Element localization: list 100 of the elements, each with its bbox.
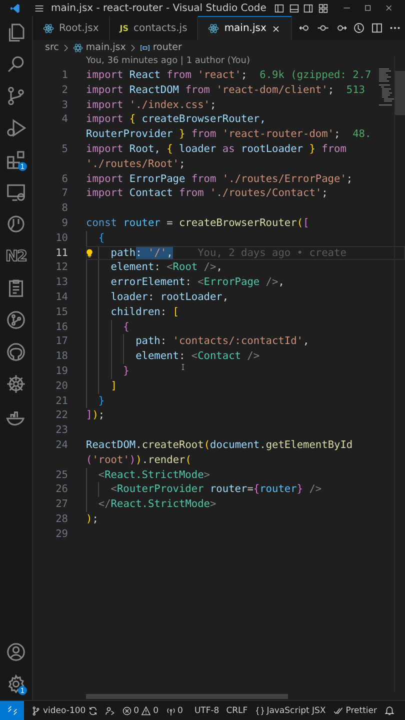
line-number: 18 [54,349,68,364]
code-line: import Root, { loader as rootLoader } from [86,142,346,157]
source-control-icon[interactable] [6,86,26,106]
line-number: 3 [60,98,68,112]
remote-icon [6,705,18,716]
code-line: path: '/', [110,246,173,260]
line-number: 4 [60,112,68,128]
extension-label[interactable]: N2 [6,247,26,265]
encoding[interactable]: UTF-8 [184,706,220,716]
blame-codelens[interactable]: You, 36 minutes ago | 1 author (You) [33,55,405,68]
remote-button[interactable] [0,701,24,720]
branch-icon [31,706,41,716]
line-number: 21 [54,394,68,408]
maximize-icon[interactable] [363,2,373,14]
minimap[interactable] [379,68,395,106]
sync-icon[interactable] [88,706,98,716]
line-number: 22 [54,408,68,424]
editor-tab[interactable]: main.jsx [198,16,292,40]
remote-icon[interactable] [6,182,26,202]
line-number: 10 [54,230,68,246]
code-line: <RouterProvider router={router} /> [110,482,322,498]
line-number: 9 [60,216,68,231]
line-number: 11 [54,246,68,260]
text-cursor-icon [180,362,186,372]
import-size-hint: 48. [352,127,372,142]
live-share-icon[interactable] [104,706,115,716]
line-number: 25 [54,468,68,482]
git-graph-icon[interactable] [6,310,26,330]
react-file-icon [72,42,83,52]
file-type-label: JS [120,24,128,33]
helm-icon[interactable] [6,374,26,394]
warning-icon [141,706,152,716]
run-debug-icon[interactable] [6,118,26,138]
line-number: 27 [54,497,68,512]
line-number: 5 [60,142,68,157]
code-line: RouterProvider } from 'react-router-dom'; [86,127,340,142]
code-line: loader: rootLoader, [110,290,229,305]
panel-right-icon[interactable] [303,2,314,14]
code-line: import './index.css'; [86,98,216,112]
code-line: './routes/Root'; [86,156,186,172]
code-line: const router = createBrowserRouter([ [86,216,310,231]
code-line: ReactDOM.createRoot(document.getElementById [86,438,353,453]
line-number: 29 [54,526,68,542]
warning-count[interactable]: 0 [153,706,159,716]
horizontal-scrollbar[interactable] [86,694,288,699]
vertical-scrollbar[interactable] [395,71,405,115]
line-number: 6 [60,172,68,186]
bell-icon[interactable] [384,705,395,716]
extensions-icon[interactable] [6,150,26,170]
import-size-hint: 6.9k (gzipped: 2.7 [260,68,372,83]
code-line: } [123,364,130,379]
account-icon[interactable] [6,642,26,662]
layout-icon[interactable] [318,2,328,14]
line-number: 24 [54,438,68,453]
code-line: errorElement: <ErrorPage />, [110,275,284,290]
code-line: import ErrorPage from './routes/ErrorPage'; [86,172,353,186]
line-number: 7 [60,186,68,202]
settings-icon[interactable] [6,674,26,694]
chevron-right-icon [62,44,70,52]
code-line: children: [ [110,304,179,320]
code-line: ]); [86,408,105,424]
window-title: main.jsx - react-router - Visual Studio Code [51,2,266,14]
line-number: 8 [60,201,68,216]
timeline-icon[interactable] [353,22,365,34]
code-line: element: <Root />, [110,260,222,276]
explorer-icon[interactable] [6,22,26,42]
ports-count[interactable]: 0 [178,706,183,716]
branch-name[interactable]: video-100 [43,706,86,716]
search-icon[interactable] [6,54,26,74]
line-number: 2 [60,82,68,98]
line-number: 13 [54,275,68,290]
import-size-hint: 513 [346,82,366,98]
code-line: { [123,320,130,334]
code-line: import ReactDOM from 'react-dom/client'; [86,82,334,98]
close-icon[interactable] [271,24,282,34]
line-number: 15 [54,304,68,320]
panel-left-icon[interactable] [274,2,285,14]
blame-annotation: You, 2 days ago • create [198,246,346,260]
braces-icon [254,706,265,716]
split-editor-icon[interactable] [371,22,383,34]
breadcrumb-item[interactable]: router [152,42,182,53]
formatter-status[interactable]: Prettier [346,706,377,716]
language-mode[interactable]: JavaScript JSX [266,706,326,716]
line-ending[interactable]: CRLF [226,706,248,716]
react-file-icon [208,23,220,34]
panel-bottom-icon[interactable] [288,2,300,14]
code-line: </React.StrictMode> [98,497,216,512]
code-line: ); [86,512,98,527]
antenna-icon [166,706,176,716]
breadcrumb-item[interactable]: src [45,42,59,53]
line-number: 20 [54,378,68,394]
breadcrumb-item[interactable]: main.jsx [86,42,126,53]
code-line: element: <Contact /> [136,349,260,364]
code-line: <React.StrictMode> [98,468,210,482]
clipboard-icon[interactable] [6,278,26,298]
line-number: 23 [54,423,68,438]
code-line: import { createBrowserRouter, [86,112,266,128]
error-count[interactable]: 0 [134,706,140,716]
double-check-icon [332,706,344,716]
lightbulb-icon[interactable] [85,248,94,259]
